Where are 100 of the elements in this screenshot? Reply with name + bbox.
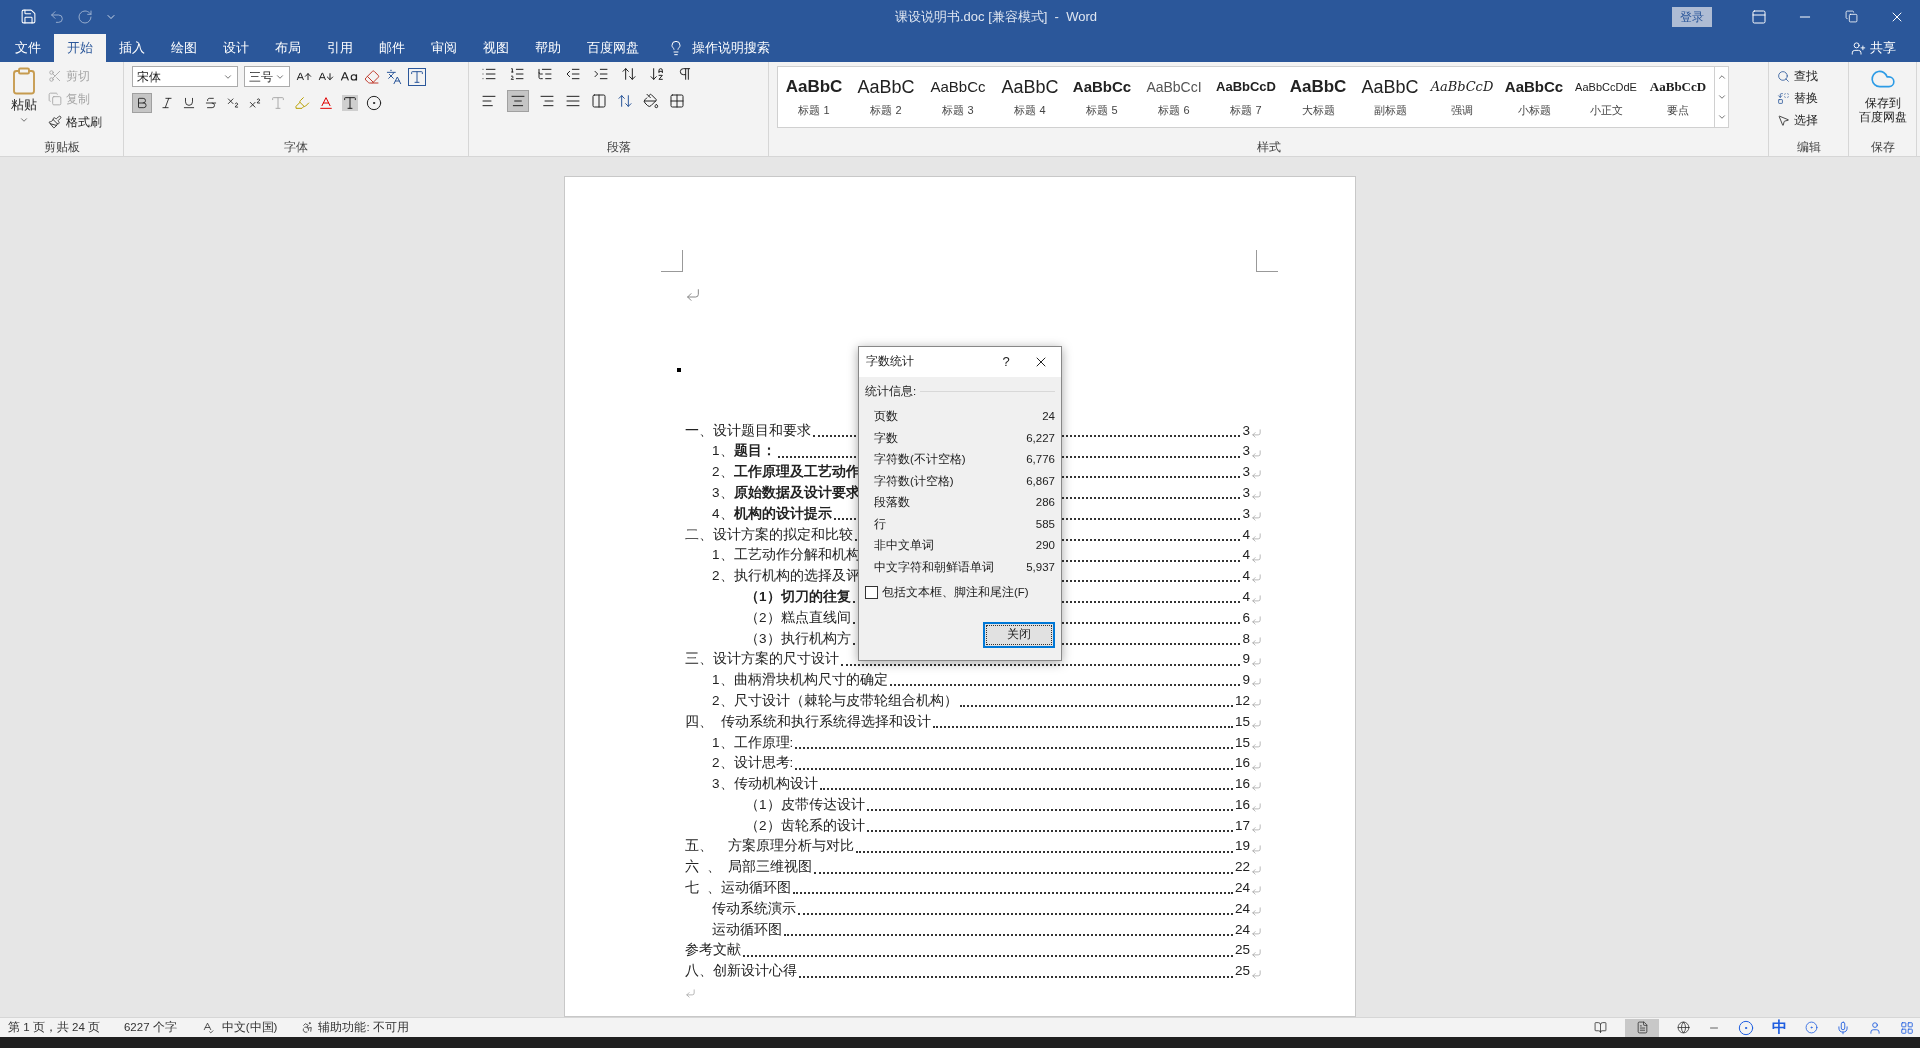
text-direction-icon[interactable]	[621, 66, 637, 82]
style-gallery-item[interactable]: AaBbCcDdE 小正文	[1570, 67, 1642, 127]
page-number: 25	[1234, 941, 1250, 960]
ribbon-tab[interactable]: 邮件	[366, 34, 418, 62]
toc-entry: （2）齿轮系的设计	[745, 816, 865, 835]
bullets-icon[interactable]	[481, 66, 497, 82]
font-name-field[interactable]: 宋体	[132, 66, 238, 87]
replace-icon[interactable]	[1777, 91, 1790, 105]
style-gallery-item[interactable]: AaBbCcD 强调	[1426, 67, 1498, 127]
paragraph-mark-icon	[1251, 781, 1262, 793]
bold-icon[interactable]	[132, 93, 152, 113]
justify-icon[interactable]	[565, 93, 581, 109]
ribbon-tab[interactable]: 绘图	[158, 34, 210, 62]
ime-mode[interactable]: 中	[1772, 1016, 1787, 1039]
shading-icon[interactable]	[643, 93, 659, 109]
read-mode-icon[interactable]	[1594, 1021, 1607, 1034]
style-gallery-item[interactable]: AaBbC 标题 1	[778, 67, 850, 127]
paragraph-mark-icon	[1251, 635, 1262, 647]
style-gallery-item[interactable]: AaBbC 标题 4	[994, 67, 1066, 127]
gallery-up-icon[interactable]	[1716, 72, 1727, 82]
ribbon-tab[interactable]: 视图	[470, 34, 522, 62]
character-shading-icon[interactable]	[342, 95, 358, 111]
user-plus-icon[interactable]	[1851, 40, 1866, 56]
font-color-icon[interactable]	[318, 95, 334, 111]
dialog-title: 字数统计	[866, 354, 915, 370]
margin-corner-mark	[661, 250, 683, 272]
close-button[interactable]: 关闭	[983, 621, 1055, 648]
paragraph-mark-icon	[1251, 822, 1262, 834]
ribbon-tab[interactable]: 审阅	[418, 34, 470, 62]
pointer-icon[interactable]	[1777, 113, 1790, 127]
tell-me-field[interactable]: 操作说明搜索	[692, 38, 770, 58]
show-marks-icon[interactable]	[677, 66, 693, 82]
strikethrough-icon[interactable]	[204, 96, 218, 110]
paragraph-mark-icon	[1251, 573, 1262, 585]
print-layout-icon[interactable]	[1625, 1018, 1659, 1037]
subscript-icon[interactable]	[226, 96, 240, 110]
gallery-down-icon[interactable]	[1716, 92, 1727, 102]
replace-button[interactable]: 替换	[1777, 88, 1818, 108]
phonetic-guide-icon[interactable]	[386, 68, 402, 85]
ribbon-tab[interactable]: 插入	[106, 34, 158, 62]
font-size-field[interactable]: 三号	[244, 66, 290, 87]
italic-icon[interactable]	[160, 96, 174, 110]
line-spacing-icon[interactable]	[617, 93, 633, 109]
page-count[interactable]: 第 1 页，共 24 页	[8, 1018, 100, 1037]
style-gallery-item[interactable]: AaBbCcI 标题 6	[1138, 67, 1210, 127]
web-layout-icon[interactable]	[1677, 1021, 1690, 1034]
style-gallery-item[interactable]: AaBbCc 标题 3	[922, 67, 994, 127]
style-gallery-item[interactable]: AaBbC 标题 2	[850, 67, 922, 127]
language-status[interactable]: 中文(中国)	[221, 1018, 278, 1037]
align-right-icon[interactable]	[539, 93, 555, 109]
distributed-icon[interactable]	[591, 93, 607, 109]
style-gallery-item[interactable]: AaBbC 大标题	[1282, 67, 1354, 127]
save-to-cloud-button[interactable]: 保存到 百度网盘	[1853, 66, 1912, 124]
microphone-icon[interactable]	[1836, 1020, 1850, 1035]
align-left-icon[interactable]	[481, 93, 497, 109]
select-button[interactable]: 选择	[1777, 110, 1818, 130]
ribbon-tab[interactable]: 文件	[2, 34, 54, 62]
accessibility-status[interactable]: 辅助功能: 不可用	[318, 1018, 409, 1037]
ribbon-tab[interactable]: 设计	[210, 34, 262, 62]
style-gallery-item[interactable]: AaBbCcD 要点	[1642, 67, 1714, 127]
underline-icon[interactable]	[182, 96, 196, 110]
multilevel-list-icon[interactable]	[537, 66, 553, 82]
find-button[interactable]: 查找	[1777, 66, 1818, 86]
enclose-character-icon[interactable]	[366, 95, 382, 111]
include-checkbox[interactable]	[865, 586, 878, 600]
stat-value: 5,937	[1026, 559, 1055, 575]
search-icon[interactable]	[1777, 69, 1790, 83]
accessibility-icon[interactable]	[301, 1021, 315, 1034]
align-center-icon[interactable]	[507, 90, 529, 112]
borders-icon[interactable]	[669, 93, 685, 109]
ribbon-tab[interactable]: 百度网盘	[574, 34, 652, 62]
toolbox-icon[interactable]	[1900, 1020, 1914, 1035]
paragraph-mark-icon	[1251, 511, 1262, 522]
decrease-indent-icon[interactable]	[565, 66, 581, 82]
eraser-icon[interactable]	[364, 68, 380, 85]
ribbon-tab[interactable]: 引用	[314, 34, 366, 62]
style-gallery-item[interactable]: AaBbCcD 标题 7	[1210, 67, 1282, 127]
word-count[interactable]: 6227 个字	[123, 1018, 177, 1037]
help-button[interactable]: ?	[991, 347, 1021, 377]
checkbox-label[interactable]: 包括文本框、脚注和尾注(F)	[882, 584, 1029, 602]
format-painter-button[interactable]: 格式刷	[48, 112, 102, 132]
style-gallery-item[interactable]: AaBbCc 小标题	[1498, 67, 1570, 127]
gallery-more-icon[interactable]	[1716, 112, 1727, 122]
ribbon-tab[interactable]: 帮助	[522, 34, 574, 62]
superscript-icon[interactable]	[248, 96, 262, 110]
sign-in-button[interactable]: 登录	[1672, 6, 1712, 27]
ribbon-tab[interactable]: 开始	[54, 34, 106, 62]
style-gallery-item[interactable]: AaBbC 副标题	[1354, 67, 1426, 127]
increase-indent-icon[interactable]	[593, 66, 609, 82]
ribbon-tab[interactable]: 布局	[262, 34, 314, 62]
paste-button[interactable]: 粘贴	[4, 66, 44, 125]
user-icon[interactable]	[1868, 1020, 1882, 1035]
paintbrush-icon[interactable]	[48, 115, 62, 129]
sort-icon[interactable]	[649, 66, 665, 82]
lightbulb-icon[interactable]	[668, 40, 684, 56]
numbering-icon[interactable]	[509, 66, 525, 82]
share-button[interactable]: 共享	[1851, 34, 1896, 62]
save-icon[interactable]	[20, 8, 37, 25]
character-border-icon[interactable]	[408, 67, 426, 86]
style-gallery-item[interactable]: AaBbCc 标题 5	[1066, 67, 1138, 127]
